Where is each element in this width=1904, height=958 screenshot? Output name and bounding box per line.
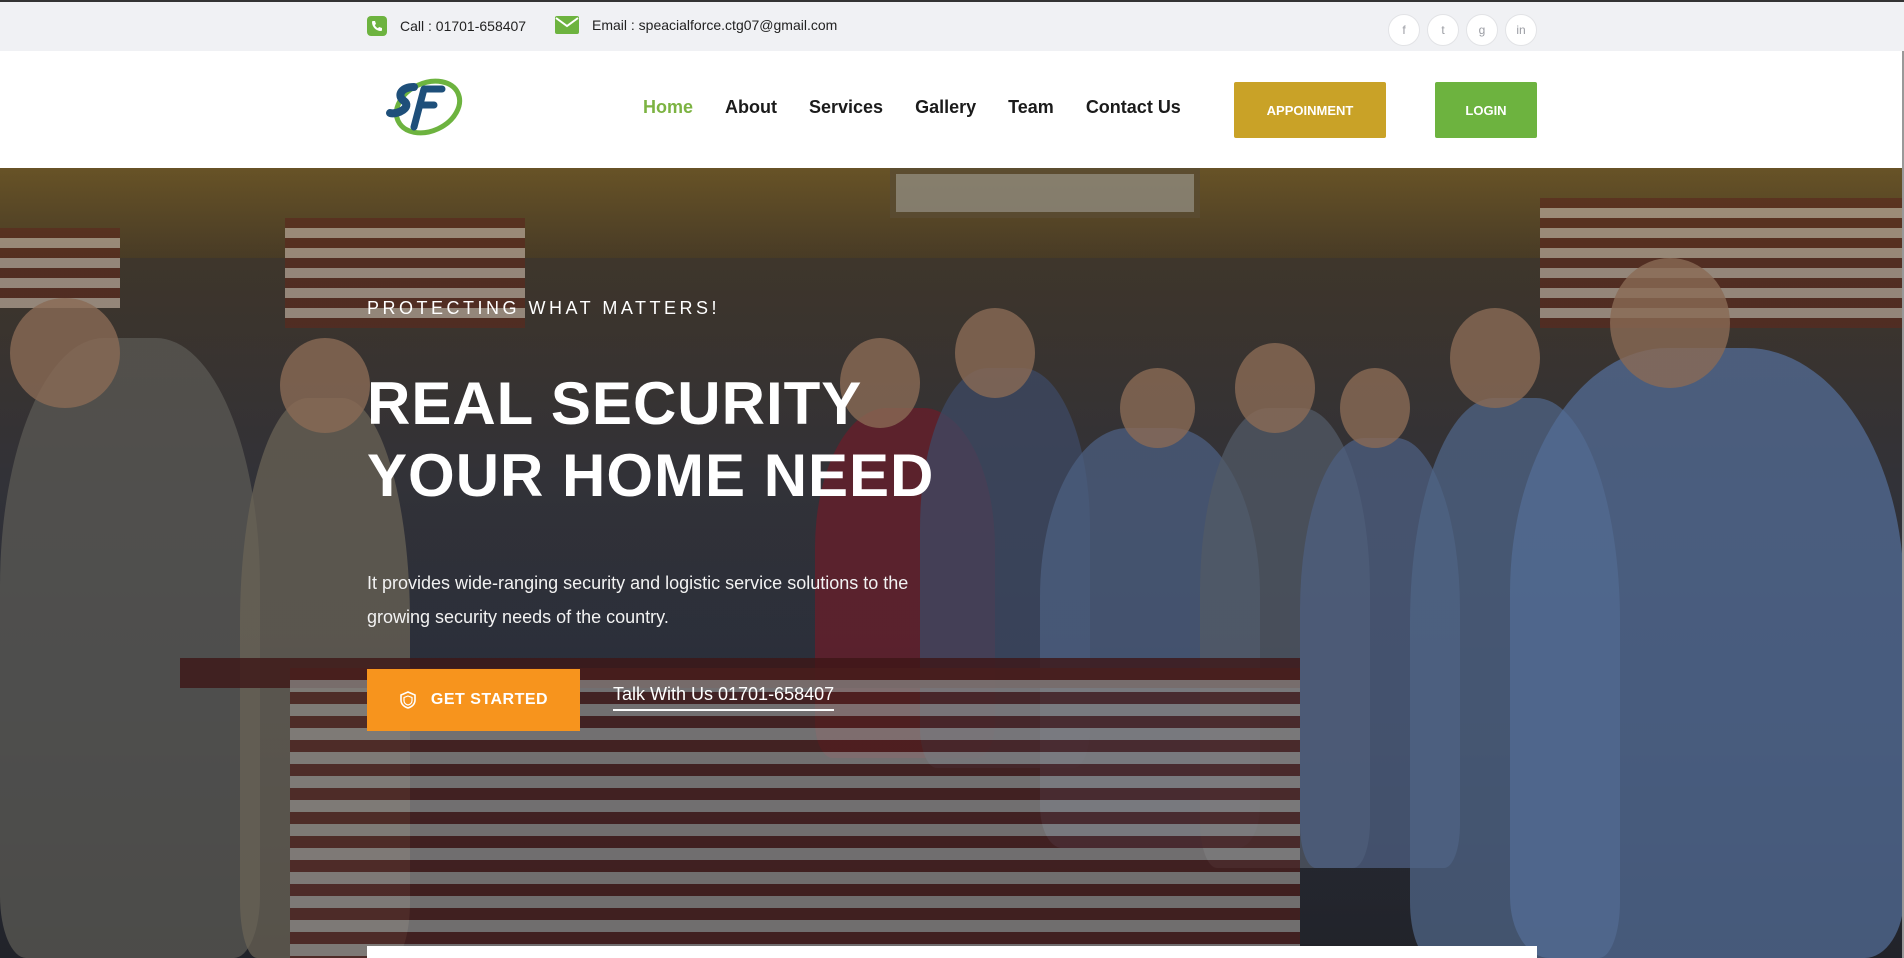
email-info[interactable]: Email : speacialforce.ctg07@gmail.com xyxy=(555,16,837,34)
envelope-icon xyxy=(555,16,579,34)
phone-icon xyxy=(367,16,387,36)
hero-headline-line2: YOUR HOME NEED xyxy=(367,442,935,509)
call-text: Call : 01701-658407 xyxy=(400,18,527,34)
get-started-button[interactable]: GET STARTED xyxy=(367,669,580,731)
google-plus-icon[interactable]: g xyxy=(1466,14,1498,46)
hero-section: PROTECTING WHAT MATTERS! REAL SECURITY Y… xyxy=(0,168,1904,958)
talk-with-us-link[interactable]: Talk With Us 01701-658407 xyxy=(613,684,835,711)
linkedin-icon[interactable]: in xyxy=(1505,14,1537,46)
shield-icon xyxy=(400,691,416,709)
hero-eyebrow: PROTECTING WHAT MATTERS! xyxy=(367,298,720,318)
nav-team[interactable]: Team xyxy=(1008,97,1054,118)
top-bar: Call : 01701-658407 Email : speacialforc… xyxy=(0,0,1904,51)
email-text: Email : speacialforce.ctg07@gmail.com xyxy=(592,17,838,33)
nav-gallery[interactable]: Gallery xyxy=(915,97,976,118)
hero-headline: REAL SECURITY YOUR HOME NEED xyxy=(367,368,1067,512)
hero-headline-line1: REAL SECURITY xyxy=(367,370,863,437)
hero-description: It provides wide-ranging security and lo… xyxy=(367,573,909,627)
call-info[interactable]: Call : 01701-658407 xyxy=(367,16,526,36)
nav-about[interactable]: About xyxy=(725,97,777,118)
main-navbar: Home About Services Gallery Team Contact… xyxy=(0,51,1904,168)
login-button[interactable]: LOGIN xyxy=(1435,82,1537,138)
primary-nav: Home About Services Gallery Team Contact… xyxy=(643,97,1213,118)
nav-services[interactable]: Services xyxy=(809,97,883,118)
appointment-button[interactable]: APPOINMENT xyxy=(1234,82,1386,138)
nav-home[interactable]: Home xyxy=(643,97,693,118)
feature-card-edge xyxy=(367,946,1537,958)
nav-contact-us[interactable]: Contact Us xyxy=(1086,97,1181,118)
logo[interactable] xyxy=(384,75,464,141)
get-started-label: GET STARTED xyxy=(430,691,549,708)
facebook-icon[interactable]: f xyxy=(1388,14,1420,46)
social-links: f t g in xyxy=(1388,14,1537,46)
twitter-icon[interactable]: t xyxy=(1427,14,1459,46)
